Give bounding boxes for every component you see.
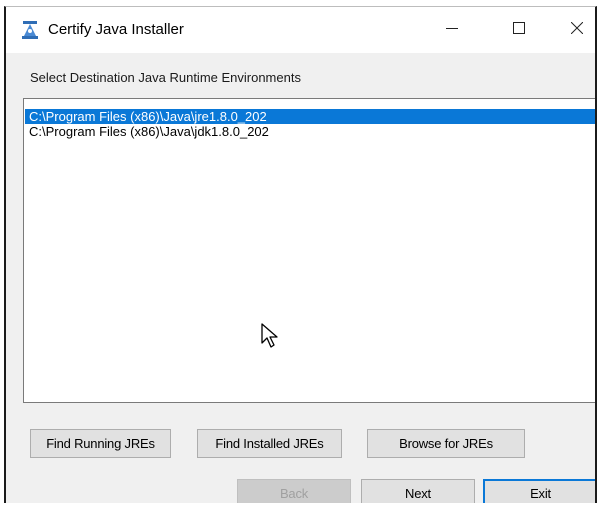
arrow-cursor-icon [261, 323, 279, 349]
window-title: Certify Java Installer [48, 21, 184, 38]
find-installed-jres-button[interactable]: Find Installed JREs [197, 429, 342, 458]
minimize-icon [446, 21, 458, 39]
title-bar[interactable]: Certify Java Installer [6, 7, 595, 53]
minimize-button[interactable] [429, 7, 475, 53]
back-button[interactable]: Back [237, 479, 351, 503]
exit-button[interactable]: Exit [483, 479, 595, 503]
close-icon [570, 21, 584, 39]
maximize-icon [513, 21, 525, 39]
maximize-button[interactable] [496, 7, 542, 53]
find-running-jres-button[interactable]: Find Running JREs [30, 429, 171, 458]
browse-for-jres-button[interactable]: Browse for JREs [367, 429, 525, 458]
instruction-label: Select Destination Java Runtime Environm… [30, 70, 301, 85]
jre-list[interactable]: C:\Program Files (x86)\Java\jre1.8.0_202… [23, 98, 595, 403]
close-button[interactable] [554, 7, 595, 53]
list-item[interactable]: C:\Program Files (x86)\Java\jdk1.8.0_202 [25, 124, 595, 139]
list-item[interactable]: C:\Program Files (x86)\Java\jre1.8.0_202 [25, 109, 595, 124]
next-button[interactable]: Next [361, 479, 475, 503]
installer-icon [20, 20, 40, 40]
installer-window: Certify Java Installer Select Destinatio… [4, 6, 597, 503]
